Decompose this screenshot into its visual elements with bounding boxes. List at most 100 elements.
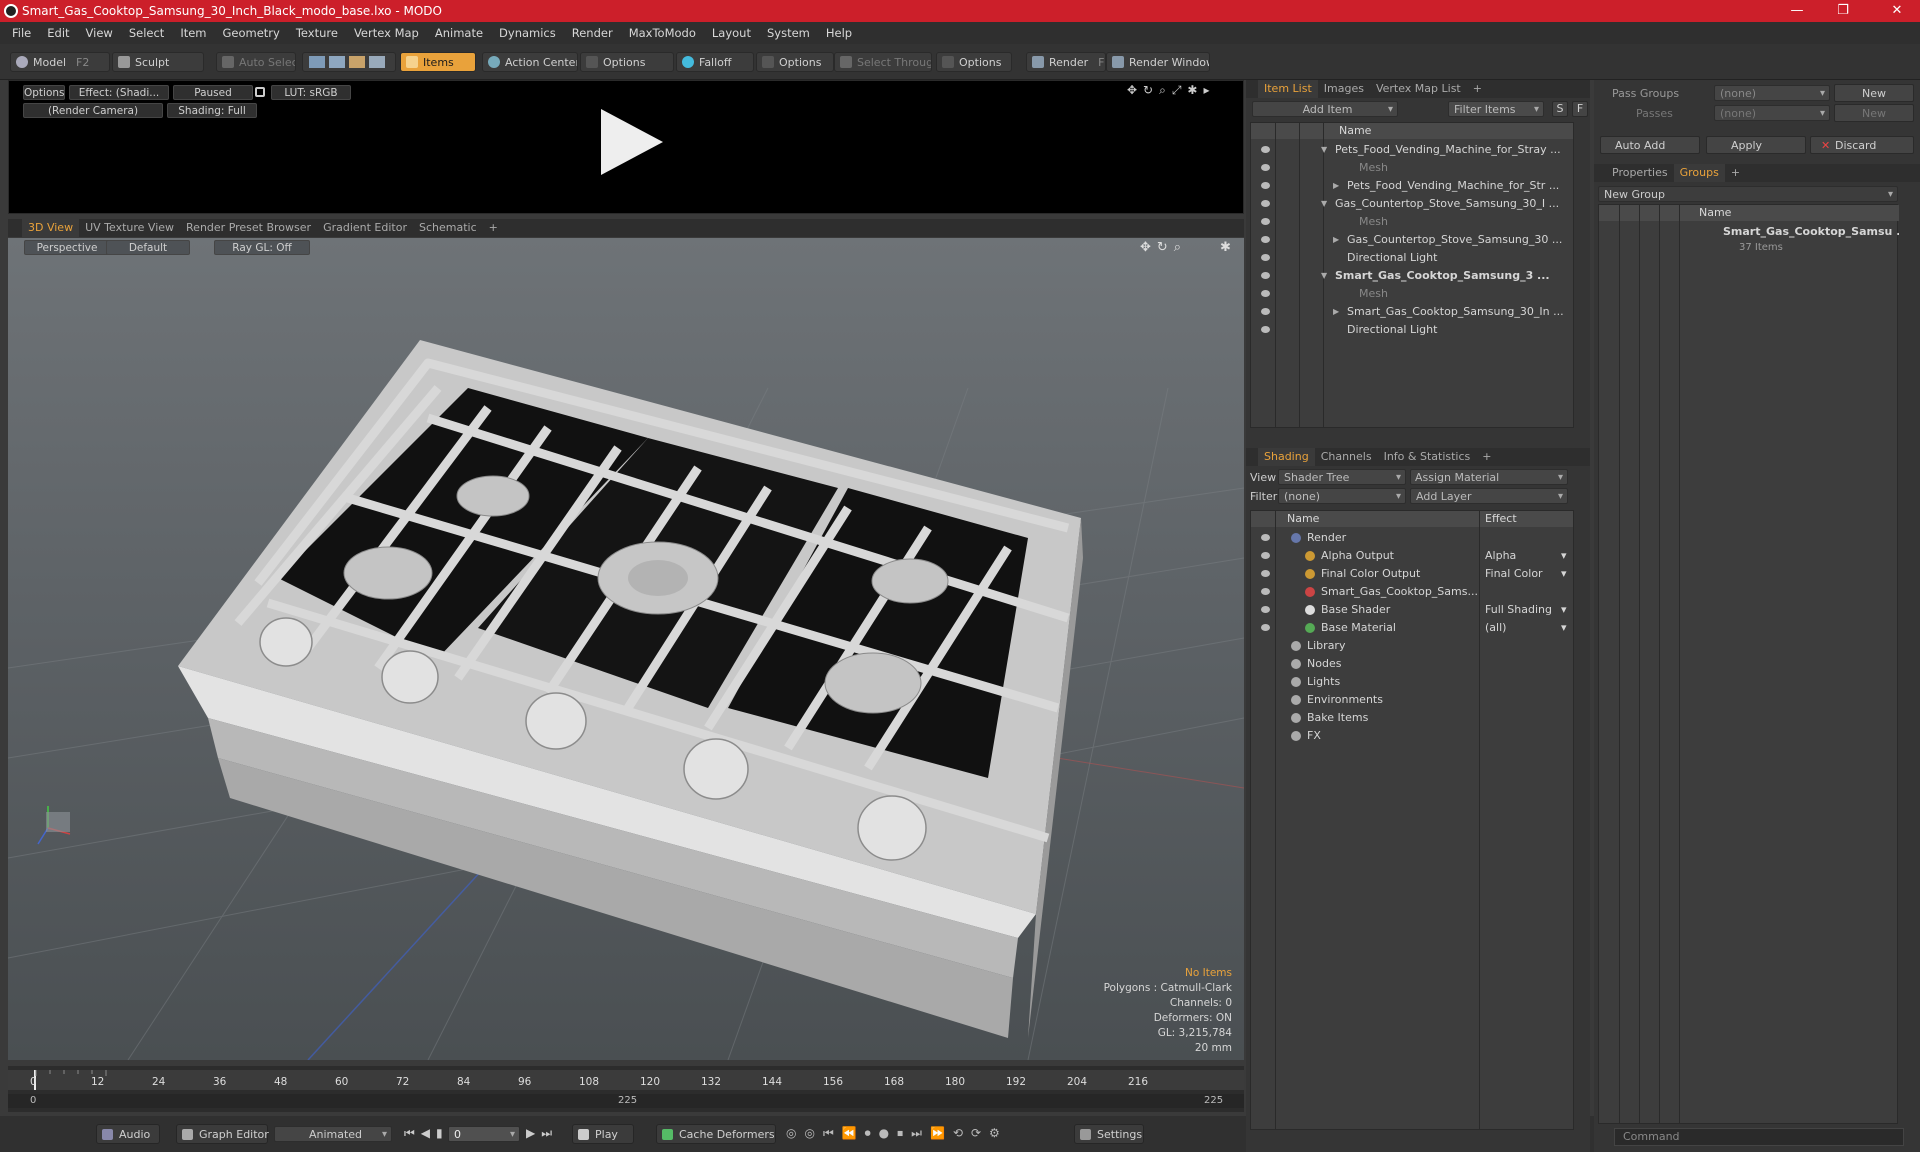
item-list[interactable]: Name ▼ Pets_Food_Vending_Machine_for_Stra… [1250,122,1574,428]
visibility-eye-icon[interactable] [1261,326,1270,333]
select-through-button[interactable]: Select Through [834,52,932,72]
edges-mode-icon[interactable] [329,56,345,68]
command-input[interactable]: Command [1614,1128,1904,1146]
item-list-row[interactable]: ▼ Gas_Countertop_Stove_Samsung_30_I ... [1251,195,1573,213]
shader-tree[interactable]: Name Effect Render Alpha Output Alpha ▾ Fina… [1250,510,1574,1130]
visibility-eye-icon[interactable] [1261,272,1270,279]
selection-mode-group[interactable] [302,52,396,72]
menu-render[interactable]: Render [564,22,621,44]
shader-tree-row[interactable]: Final Color Output Final Color ▾ [1251,565,1573,583]
shader-tree-row[interactable]: FX [1251,727,1573,745]
settings-button[interactable]: Settings [1074,1124,1144,1144]
visibility-eye-icon[interactable] [1261,606,1270,613]
tab-properties[interactable]: Properties [1606,164,1674,182]
item-list-row[interactable]: ▼ Pets_Food_Vending_Machine_for_Stray ... [1251,141,1573,159]
add-shading-tab[interactable]: + [1476,448,1497,466]
expand-right-icon[interactable]: ▶ [1333,177,1339,195]
visibility-eye-icon[interactable] [1261,164,1270,171]
falloff-button[interactable]: Falloff [676,52,754,72]
visibility-eye-icon[interactable] [1261,308,1270,315]
render-button[interactable]: RenderF9 [1026,52,1106,72]
shader-tree-row[interactable]: Alpha Output Alpha ▾ [1251,547,1573,565]
add-itemlist-tab[interactable]: + [1467,80,1488,98]
shader-layer-effect[interactable]: Alpha [1485,547,1516,565]
expand-right-icon[interactable]: ▶ [1333,303,1339,321]
tab-gradient-editor[interactable]: Gradient Editor [317,219,413,237]
item-list-row[interactable]: ▶ Pets_Food_Vending_Machine_for_Str ... [1251,177,1573,195]
item-list-row[interactable]: Mesh [1251,159,1573,177]
shader-tree-row[interactable]: Render [1251,529,1573,547]
animated-dropdown[interactable]: Animated [274,1126,392,1143]
visibility-eye-icon[interactable] [1261,588,1270,595]
item-list-row[interactable]: Mesh [1251,213,1573,231]
groups-list[interactable]: Name Smart_Gas_Cooktop_Samsu ... 37 Item… [1598,204,1899,1124]
shader-tree-row[interactable]: Nodes [1251,655,1573,673]
tab-vertex-map-list[interactable]: Vertex Map List [1370,80,1467,98]
menu-dynamics[interactable]: Dynamics [491,22,564,44]
tab-info-statistics[interactable]: Info & Statistics [1378,448,1477,466]
tab-item-list[interactable]: Item List [1258,80,1318,98]
menu-system[interactable]: System [759,22,818,44]
item-list-row[interactable]: Directional Light [1251,321,1573,339]
visibility-eye-icon[interactable] [1261,146,1270,153]
new-pass-button[interactable]: New [1834,104,1914,122]
sculpt-mode-button[interactable]: Sculpt [112,52,204,72]
tab-images[interactable]: Images [1318,80,1370,98]
shader-layer-effect[interactable]: Full Shading [1485,601,1552,619]
graph-editor-button[interactable]: Graph Editor [176,1124,269,1144]
menu-help[interactable]: Help [818,22,860,44]
visibility-eye-icon[interactable] [1261,552,1270,559]
preview-nav-icons[interactable]: ✥↻⌕⤢✱▸ [1127,83,1216,98]
3d-viewport[interactable]: Perspective Default Ray GL: Off ✥↻⌕ ✱ No… [8,238,1244,1060]
new-group-button[interactable]: New Group [1598,186,1898,203]
menu-texture[interactable]: Texture [288,22,346,44]
shader-tree-row[interactable]: Smart_Gas_Cooktop_Sams... [1251,583,1573,601]
visibility-eye-icon[interactable] [1261,624,1270,631]
item-list-row[interactable]: ▶ Gas_Countertop_Stove_Samsung_30 ... [1251,231,1573,249]
expand-down-icon[interactable]: ▼ [1321,267,1327,285]
shader-tree-row[interactable]: Base Shader Full Shading ▾ [1251,601,1573,619]
visibility-eye-icon[interactable] [1261,254,1270,261]
menu-geometry[interactable]: Geometry [215,22,288,44]
auto-select-button[interactable]: Auto Select [216,52,296,72]
item-list-row[interactable]: ▼ Smart_Gas_Cooktop_Samsung_3 ... [1251,267,1573,285]
discard-button[interactable]: ✕ Discard [1810,136,1914,154]
key-tools-icons[interactable]: ◎◎⏮⏪⏺●⏹⏭⏩⟲⟳⚙ [786,1126,1008,1141]
item-list-row[interactable]: Mesh [1251,285,1573,303]
passes-dropdown[interactable]: (none) [1714,105,1830,122]
menu-animate[interactable]: Animate [427,22,491,44]
add-item-dropdown[interactable]: Add Item [1252,101,1398,118]
effect-dropdown-icon[interactable]: ▾ [1561,601,1567,619]
filter-s-button[interactable]: S [1552,101,1568,117]
menu-file[interactable]: File [0,22,39,44]
apply-button[interactable]: Apply [1706,136,1806,154]
shading-filter-dropdown[interactable]: (none) [1278,488,1406,505]
effect-dropdown-icon[interactable]: ▾ [1561,565,1567,583]
menu-layout[interactable]: Layout [704,22,759,44]
render-window-button[interactable]: Render Window [1106,52,1210,72]
filter-f-button[interactable]: F [1572,101,1588,117]
shader-tree-row[interactable]: Bake Items [1251,709,1573,727]
menu-view[interactable]: View [78,22,121,44]
add-layer-dropdown[interactable]: Add Layer [1410,488,1568,505]
tab-uv-texture-view[interactable]: UV Texture View [79,219,180,237]
render-preview[interactable]: Options Effect: (Shadi... Paused LUT: sR… [8,80,1244,214]
select-through-options-button[interactable]: Options [936,52,1012,72]
preview-paused-button[interactable]: Paused [173,85,253,100]
play-icon[interactable] [601,109,663,175]
item-list-row[interactable]: Directional Light [1251,249,1573,267]
falloff-options-button[interactable]: Options [756,52,834,72]
action-center-options-button[interactable]: Options [580,52,674,72]
expand-down-icon[interactable]: ▼ [1321,195,1327,213]
auto-add-button[interactable]: Auto Add [1600,136,1700,154]
shader-tree-row[interactable]: Base Material (all) ▾ [1251,619,1573,637]
effect-dropdown-icon[interactable]: ▾ [1561,619,1567,637]
timeline-ruler[interactable]: 0 12 24 36 48 60 72 84 96 108 120 132 144 156 168 180 19… [8,1070,1244,1090]
shader-layer-effect[interactable]: Final Color [1485,565,1543,583]
pass-groups-dropdown[interactable]: (none) [1714,85,1830,102]
menu-item[interactable]: Item [172,22,214,44]
lock-icon[interactable] [255,87,265,97]
filter-items-input[interactable]: Filter Items [1448,101,1544,118]
close-button[interactable]: ✕ [1874,0,1920,22]
add-tab-button[interactable]: + [483,219,504,237]
